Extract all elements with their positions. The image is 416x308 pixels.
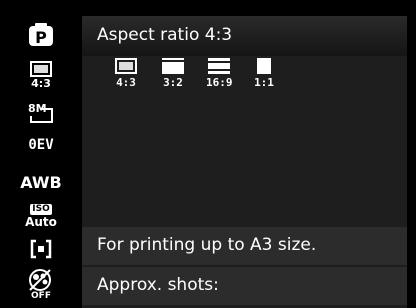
aspect-ratio-label: 4:3	[31, 77, 51, 90]
description-text: For printing up to A3 size.	[97, 235, 317, 255]
ratio-3-2-icon	[162, 58, 184, 74]
program-mode-item[interactable]: P	[0, 18, 82, 52]
program-mode-icon: P	[29, 23, 53, 47]
iso-value: Auto	[25, 215, 57, 229]
iso-item[interactable]: ISO Auto	[0, 200, 82, 232]
ratio-16-9-icon	[208, 58, 231, 74]
image-size-item[interactable]: 8M	[0, 97, 82, 129]
color-effect-off-icon: OFF	[29, 269, 51, 300]
spot-metering-icon	[30, 239, 52, 259]
svg-text:OFF: OFF	[31, 291, 51, 300]
aspect-ratio-icon	[30, 61, 52, 77]
aspect-ratio-panel: Aspect ratio 4:3 4:3 3:2 16:9 1:1 For pr…	[82, 16, 407, 308]
option-3-2[interactable]: 3:2	[162, 58, 184, 89]
iso-badge: ISO	[30, 204, 52, 215]
option-16-9[interactable]: 16:9	[206, 58, 233, 89]
svg-text:P: P	[35, 28, 47, 47]
color-effect-item[interactable]: OFF	[0, 266, 82, 302]
metering-item[interactable]	[0, 236, 82, 262]
option-label: 4:3	[116, 76, 136, 89]
option-label: 1:1	[254, 76, 274, 89]
white-balance-label: AWB	[20, 173, 62, 192]
option-1-1[interactable]: 1:1	[253, 58, 275, 89]
shots-text: Approx. shots:	[97, 275, 219, 295]
white-balance-item[interactable]: AWB	[0, 171, 82, 195]
option-4-3[interactable]: 4:3	[115, 58, 137, 89]
option-label: 3:2	[163, 76, 183, 89]
description-box: For printing up to A3 size.	[82, 227, 407, 265]
panel-title: Aspect ratio 4:3	[97, 25, 233, 45]
image-size-icon: 8M	[28, 102, 53, 123]
panel-title-bar: Aspect ratio 4:3	[82, 16, 407, 56]
shots-box: Approx. shots:	[82, 267, 407, 305]
exposure-label: 0EV	[28, 137, 54, 153]
aspect-ratio-options: 4:3 3:2 16:9 1:1	[82, 58, 407, 96]
settings-sidebar: P 4:3 8M 0EV AWB ISO Auto OFF	[0, 0, 82, 308]
ratio-1-1-icon	[257, 58, 271, 74]
option-label: 16:9	[206, 76, 233, 89]
aspect-ratio-item[interactable]: 4:3	[0, 57, 82, 93]
exposure-item[interactable]: 0EV	[0, 134, 82, 156]
ratio-4-3-icon	[115, 58, 137, 74]
